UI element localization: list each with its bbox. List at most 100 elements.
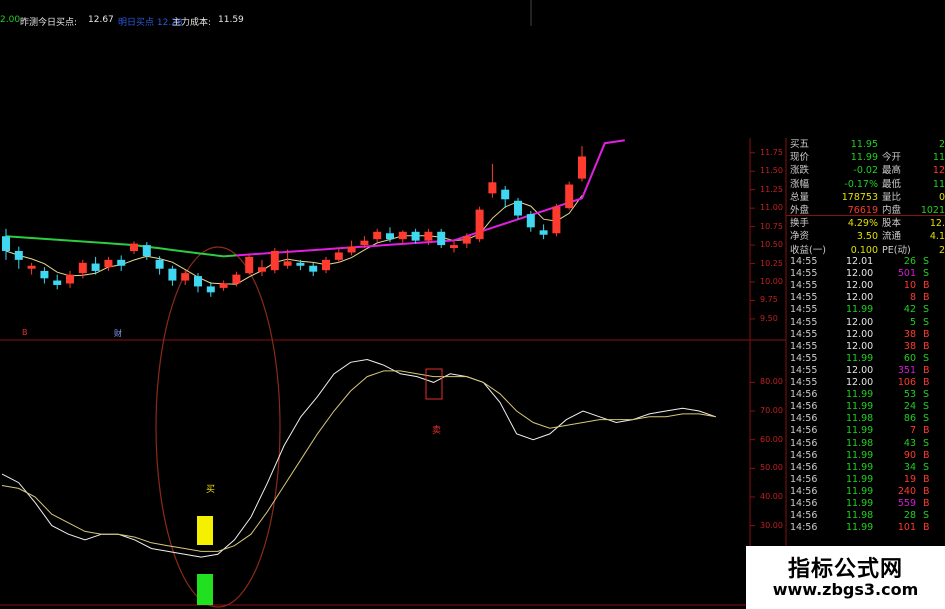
price-tick-label: 11.25: [760, 184, 783, 194]
tick-time: 14:55: [790, 340, 818, 352]
quote-label: 总量: [790, 191, 810, 203]
tick-time: 14:56: [790, 522, 818, 534]
header-cost-label: 主力成本:: [172, 18, 212, 28]
tick-row: 14:56 11.99 19 B: [786, 474, 945, 485]
candle-body: [168, 268, 177, 281]
candle-body: [386, 233, 394, 240]
watermark: 指标公式网 www.zbgs3.com: [746, 546, 945, 609]
tick-time: 14:55: [790, 256, 818, 267]
tick-volume: 240: [897, 485, 916, 497]
tick-side: B: [923, 280, 930, 292]
tick-price: 11.99: [846, 473, 874, 485]
quote-label: 买五: [790, 139, 810, 150]
candle-body: [2, 236, 10, 251]
tick-price: 11.99: [846, 389, 874, 401]
d-line: [1, 370, 716, 552]
tick-row: 14:55 12.00 106 B: [786, 377, 945, 388]
candle-body: [14, 250, 23, 260]
tick-volume: 24: [903, 401, 916, 413]
tick-row: 14:55 12.00 8 B: [786, 292, 945, 303]
quote-value: -0.17%: [844, 178, 878, 190]
tick-time: 14:56: [790, 389, 818, 401]
header-prefix: 2.00: [0, 15, 21, 25]
quote-row: 净资 3.50 流通 4.1: [790, 230, 945, 243]
tick-volume: 26: [903, 256, 916, 267]
quote-value-2: 0: [938, 191, 945, 203]
candle-body: [539, 230, 548, 235]
candle-body: [283, 261, 292, 266]
ma-long-green: [5, 235, 237, 258]
tick-price: 12.00: [846, 364, 874, 376]
quote-label-2: 量比: [882, 191, 902, 203]
tick-row: 14:56 11.98 43 S: [786, 438, 945, 449]
tick-price: 11.99: [846, 425, 874, 437]
tick-price: 11.99: [846, 522, 874, 534]
tick-row: 14:55 12.00 351 B: [786, 365, 945, 376]
quote-label-2: 今开: [882, 152, 902, 164]
tick-price: 11.98: [846, 413, 874, 425]
header-buy-point-value: 12.67: [88, 15, 114, 25]
tick-price: 11.98: [846, 437, 874, 449]
candle-body: [552, 206, 561, 234]
sell-signal-label: 卖: [432, 426, 442, 436]
candle-body: [334, 252, 343, 260]
tick-row: 14:55 11.99 42 S: [786, 304, 945, 315]
buy-signal-label: 买: [206, 485, 216, 495]
candle-body: [578, 156, 586, 179]
quote-value-2: 2: [938, 244, 945, 256]
candle-body: [232, 274, 241, 284]
candle-body: [142, 245, 151, 257]
tick-price: 12.00: [846, 280, 874, 292]
tick-time: 14:55: [790, 364, 818, 376]
tick-row: 14:55 12.00 501 S: [786, 268, 945, 279]
tick-side: S: [923, 389, 930, 401]
tick-side: B: [923, 473, 930, 485]
quote-row: 收益(一) 0.100 PE(动) 2: [790, 244, 945, 257]
quote-value: -0.02: [853, 165, 878, 177]
quote-label-2: 最低: [882, 178, 902, 190]
tick-time: 14:55: [790, 280, 818, 292]
quote-label: 收益(一): [790, 244, 826, 256]
candle-body: [194, 276, 202, 287]
tick-price: 11.99: [846, 449, 874, 461]
price-tick-label: 10.75: [760, 221, 783, 231]
indicator-tick-label: 50.00: [760, 463, 783, 473]
tick-row: 14:56 11.99 559 B: [786, 498, 945, 509]
tick-time: 14:56: [790, 413, 818, 425]
tick-volume: 106: [897, 377, 916, 388]
tick-side: B: [923, 449, 930, 461]
candle-body: [565, 184, 574, 209]
tick-side: B: [923, 340, 930, 352]
tick-side: S: [923, 401, 930, 413]
quote-value-2: 11: [932, 178, 945, 190]
tick-price: 11.99: [846, 352, 874, 364]
tick-side: S: [923, 256, 930, 267]
tick-time: 14:55: [790, 268, 818, 280]
chart-grid: [0, 0, 787, 609]
candle-body: [104, 259, 113, 268]
tick-side: S: [923, 352, 930, 364]
price-tick-label: 11.50: [760, 166, 783, 176]
header-buy-point-label: 昨测今日买点:: [20, 18, 78, 28]
candle-body: [309, 265, 318, 272]
tick-side: B: [923, 522, 930, 534]
quote-row: 买五 11.95 2: [790, 138, 945, 151]
quote-label: 涨跌: [790, 165, 810, 177]
tick-side: B: [923, 364, 930, 376]
quote-value: 4.29%: [847, 218, 878, 230]
quote-value: 3.50: [856, 231, 878, 243]
quote-value-2: 2: [938, 139, 945, 150]
signal-boxes: [197, 368, 443, 605]
candle-body: [488, 182, 497, 194]
candle-body: [322, 259, 330, 271]
quote-value: 178753: [841, 191, 878, 203]
tick-volume: 53: [903, 389, 916, 401]
tick-side: B: [923, 328, 930, 340]
indicator-header: 2.00 昨测今日买点: 12.67 明日买点 12.28 主力成本: 11.5…: [0, 0, 535, 28]
candle-body: [270, 250, 279, 271]
moving-average-lines: [5, 139, 625, 285]
tick-volume: 351: [897, 364, 916, 376]
candle-body: [373, 231, 382, 240]
tick-row: 14:55 12.00 5 S: [786, 317, 945, 328]
tick-time: 14:56: [790, 461, 818, 473]
